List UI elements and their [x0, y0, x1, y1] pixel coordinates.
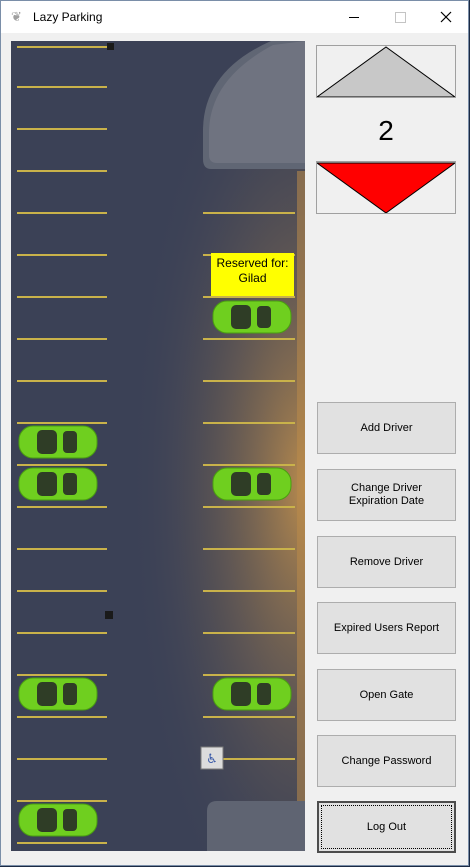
car	[18, 677, 98, 711]
car	[212, 677, 292, 711]
remove-driver-button[interactable]: Remove Driver	[317, 536, 456, 588]
log-out-button[interactable]: Log Out	[317, 801, 456, 853]
parking-lot-map: ♿ Reserved for: Gilad	[11, 41, 305, 851]
car	[18, 803, 98, 837]
app-icon: ❦	[11, 9, 22, 24]
maximize-icon	[394, 11, 406, 23]
app-window: ❦ Lazy Parking ♿ Reserved for: Gilad 2 A…	[0, 0, 469, 866]
reserved-title: Reserved for:	[216, 256, 289, 270]
minimize-icon	[349, 16, 359, 18]
close-button[interactable]	[423, 1, 469, 33]
window-title: Lazy Parking	[33, 10, 103, 24]
reserved-driver-name: Gilad	[238, 271, 267, 285]
add-driver-button[interactable]: Add Driver	[317, 402, 456, 454]
up-arrow-icon	[317, 46, 455, 97]
change-password-button[interactable]: Change Password	[317, 735, 456, 787]
floor-down-button[interactable]	[316, 161, 456, 214]
open-gate-button[interactable]: Open Gate	[317, 669, 456, 721]
car	[18, 425, 98, 459]
expired-users-report-button[interactable]: Expired Users Report	[317, 602, 456, 654]
change-expiration-date-button[interactable]: Change Driver Expiration Date	[317, 469, 456, 521]
svg-text:♿: ♿	[206, 752, 218, 767]
car	[212, 300, 292, 334]
close-icon	[440, 11, 452, 23]
floor-up-button[interactable]	[316, 45, 456, 98]
maximize-button[interactable]	[377, 1, 423, 33]
down-arrow-icon	[317, 162, 455, 213]
title-bar: ❦ Lazy Parking	[1, 1, 468, 33]
car	[212, 467, 292, 501]
car	[18, 467, 98, 501]
floor-number: 2	[378, 115, 394, 146]
minimize-button[interactable]	[331, 1, 377, 33]
reserved-label: Reserved for: Gilad	[211, 253, 294, 296]
